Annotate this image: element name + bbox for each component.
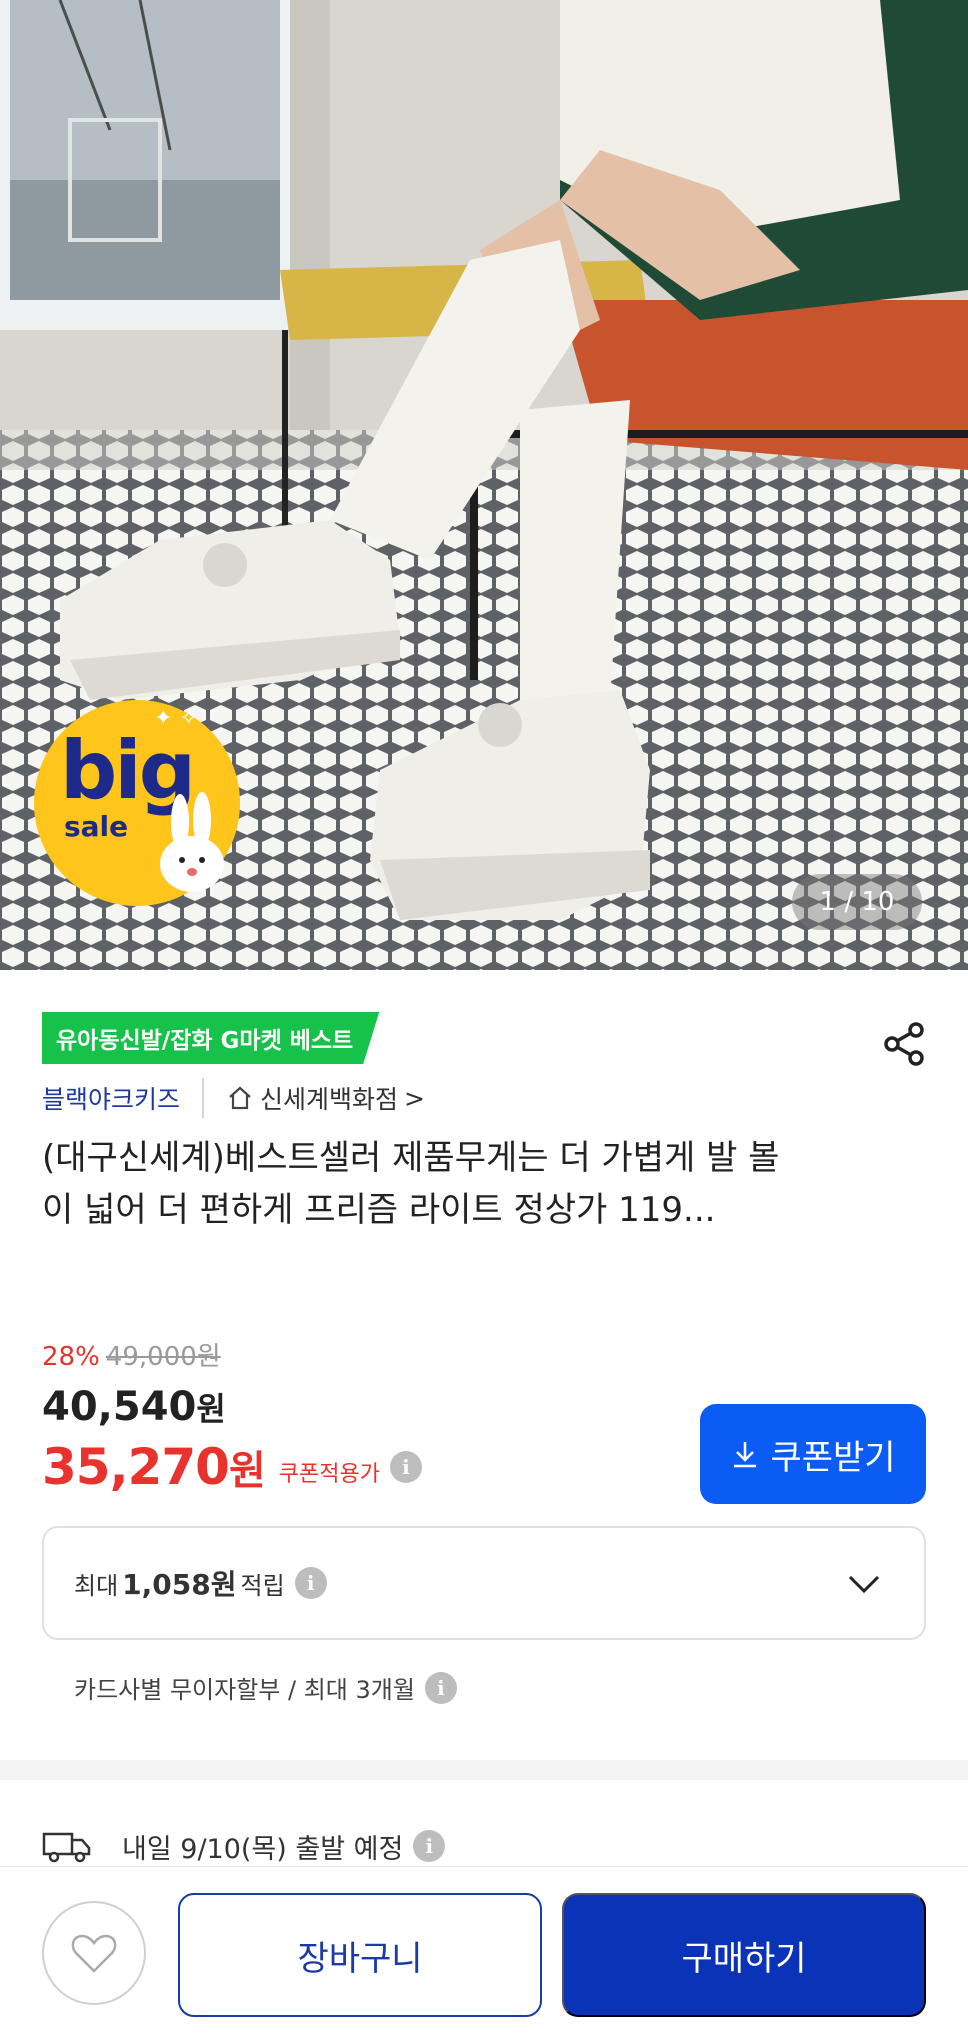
- truck-icon: [42, 1832, 91, 1863]
- product-title: (대구신세계)베스트셀러 제품무게는 더 가볍게 발 볼이 넓어 더 편하게 프…: [42, 1138, 780, 1230]
- chevron-down-icon: [848, 1575, 880, 1594]
- coupon-price: 35,270원: [42, 1438, 266, 1496]
- delivery-text: 내일 9/10(목) 출발 예정: [122, 1833, 404, 1865]
- coupon-price-unit: 원: [228, 1448, 266, 1494]
- original-price: 49,000원: [105, 1342, 221, 1372]
- coupon-price-row: 35,270원 쿠폰적용가 i: [42, 1438, 422, 1496]
- points-accordion[interactable]: 최대 1,058원 적립 i: [42, 1526, 926, 1640]
- image-counter: 1 / 10: [792, 874, 922, 930]
- share-button[interactable]: [880, 1020, 928, 1068]
- points-suffix: 적립: [240, 1571, 285, 1600]
- get-coupon-button[interactable]: 쿠폰받기: [700, 1404, 926, 1504]
- points-text: 최대 1,058원 적립 i: [74, 1563, 327, 1603]
- badge-sale-text: sale: [64, 810, 129, 843]
- get-coupon-label: 쿠폰받기: [770, 1438, 896, 1477]
- big-sale-badge: ✦ ✧ big sale: [34, 700, 240, 906]
- info-icon[interactable]: i: [389, 1451, 422, 1483]
- chevron-right-icon: >: [404, 1083, 425, 1113]
- buy-now-button[interactable]: 구매하기: [562, 1893, 926, 2017]
- points-prefix: 최대: [74, 1571, 119, 1600]
- coupon-price-label: 쿠폰적용가: [278, 1462, 380, 1487]
- best-ranking-tag[interactable]: 유아동신발/잡화 G마켓 베스트: [42, 1012, 379, 1064]
- coupon-price-number: 35,270: [42, 1438, 230, 1496]
- divider: [202, 1078, 205, 1118]
- wishlist-button[interactable]: [42, 1901, 146, 2005]
- sale-price: 40,540원: [42, 1384, 226, 1430]
- brand-link[interactable]: 블랙야크키즈: [42, 1080, 180, 1116]
- share-icon: [884, 1022, 924, 1066]
- bottom-action-bar: 장바구니 구매하기: [0, 1866, 968, 2036]
- store-name: 신세계백화점: [260, 1085, 399, 1114]
- home-icon: [229, 1086, 251, 1110]
- store-link[interactable]: 신세계백화점 >: [226, 1080, 425, 1116]
- sale-price-number: 40,540: [42, 1384, 197, 1430]
- heart-icon: [71, 1934, 117, 1973]
- discount-row: 28% 49,000원: [42, 1336, 221, 1373]
- rabbit-icon: [160, 792, 224, 892]
- seller-row: 블랙야크키즈 신세계백화점 >: [42, 1076, 425, 1120]
- info-icon[interactable]: i: [413, 1830, 446, 1862]
- section-divider: [0, 1760, 968, 1780]
- add-to-cart-button[interactable]: 장바구니: [178, 1893, 542, 2017]
- installment-text: 카드사별 무이자할부 / 최대 3개월: [74, 1676, 415, 1704]
- sale-price-unit: 원: [196, 1390, 226, 1428]
- info-icon[interactable]: i: [424, 1671, 457, 1704]
- info-icon[interactable]: i: [294, 1567, 327, 1599]
- delivery-info: 내일 9/10(목) 출발 예정 i: [42, 1826, 446, 1866]
- installment-info: 카드사별 무이자할부 / 최대 3개월 i: [74, 1670, 457, 1705]
- discount-rate: 28%: [42, 1342, 100, 1372]
- download-icon: [734, 1442, 757, 1468]
- product-image-gallery[interactable]: ✦ ✧ big sale 1 / 10: [0, 0, 968, 970]
- points-amount: 1,058원: [122, 1568, 237, 1601]
